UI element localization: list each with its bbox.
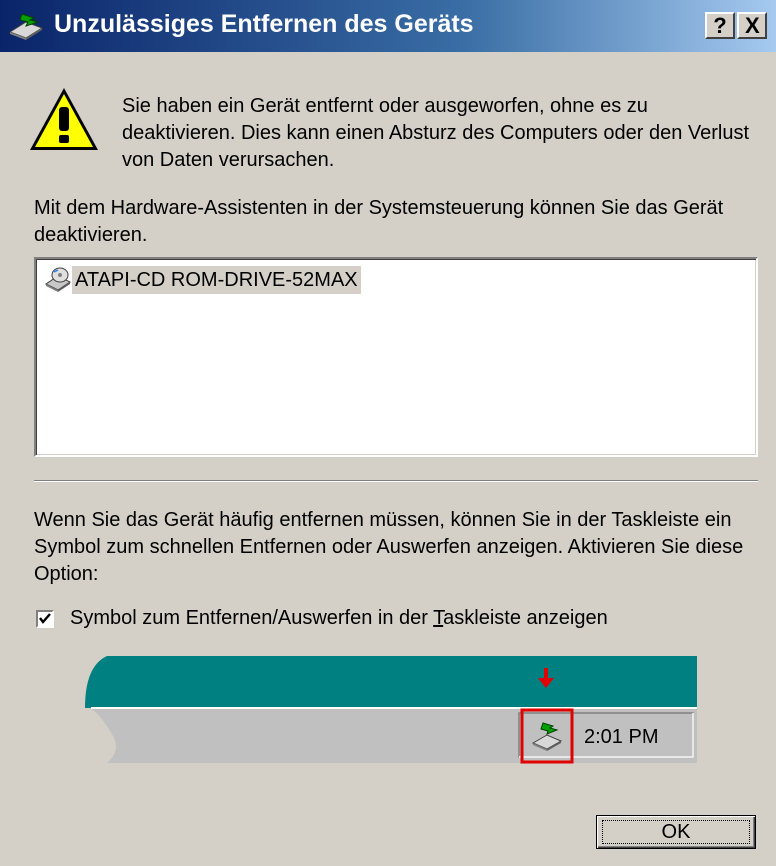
warning-message: Sie haben ein Gerät entfernt oder ausgew… — [122, 95, 750, 171]
dialog-window: Unzulässiges Entfernen des Geräts ? X Si… — [0, 0, 776, 866]
taskbar-icon-option[interactable]: Symbol zum Entfernen/Auswerfen in der Ta… — [36, 607, 608, 630]
list-item[interactable]: ATAPI-CD ROM-DRIVE-52MAX — [44, 265, 361, 295]
checkmark-icon — [39, 612, 51, 624]
option-description: Wenn Sie das Gerät häufig entfernen müss… — [34, 509, 744, 585]
tray-clock: 2:01 PM — [584, 726, 658, 748]
ok-button-label: OK — [602, 820, 750, 844]
checkbox-label[interactable]: Symbol zum Entfernen/Auswerfen in der Ta… — [70, 607, 608, 630]
taskbar-preview: 2:01 PM — [85, 656, 697, 764]
window-title: Unzulässiges Entfernen des Geräts — [54, 10, 474, 38]
hardware-assistant-text: Mit dem Hardware-Assistenten in der Syst… — [34, 197, 724, 246]
help-button[interactable]: ? — [705, 12, 735, 39]
device-name: ATAPI-CD ROM-DRIVE-52MAX — [72, 266, 361, 294]
title-bar[interactable]: Unzulässiges Entfernen des Geräts ? X — [0, 0, 776, 52]
taskbar-icon-checkbox[interactable] — [36, 609, 54, 628]
separator — [34, 480, 758, 482]
cd-drive-icon — [45, 267, 71, 292]
eject-hardware-icon — [8, 13, 44, 40]
warning-icon — [30, 88, 98, 150]
close-button[interactable]: X — [737, 12, 767, 39]
device-listbox[interactable]: ATAPI-CD ROM-DRIVE-52MAX — [34, 257, 758, 457]
taskbar-band — [85, 656, 697, 708]
ok-button[interactable]: OK — [596, 815, 756, 849]
